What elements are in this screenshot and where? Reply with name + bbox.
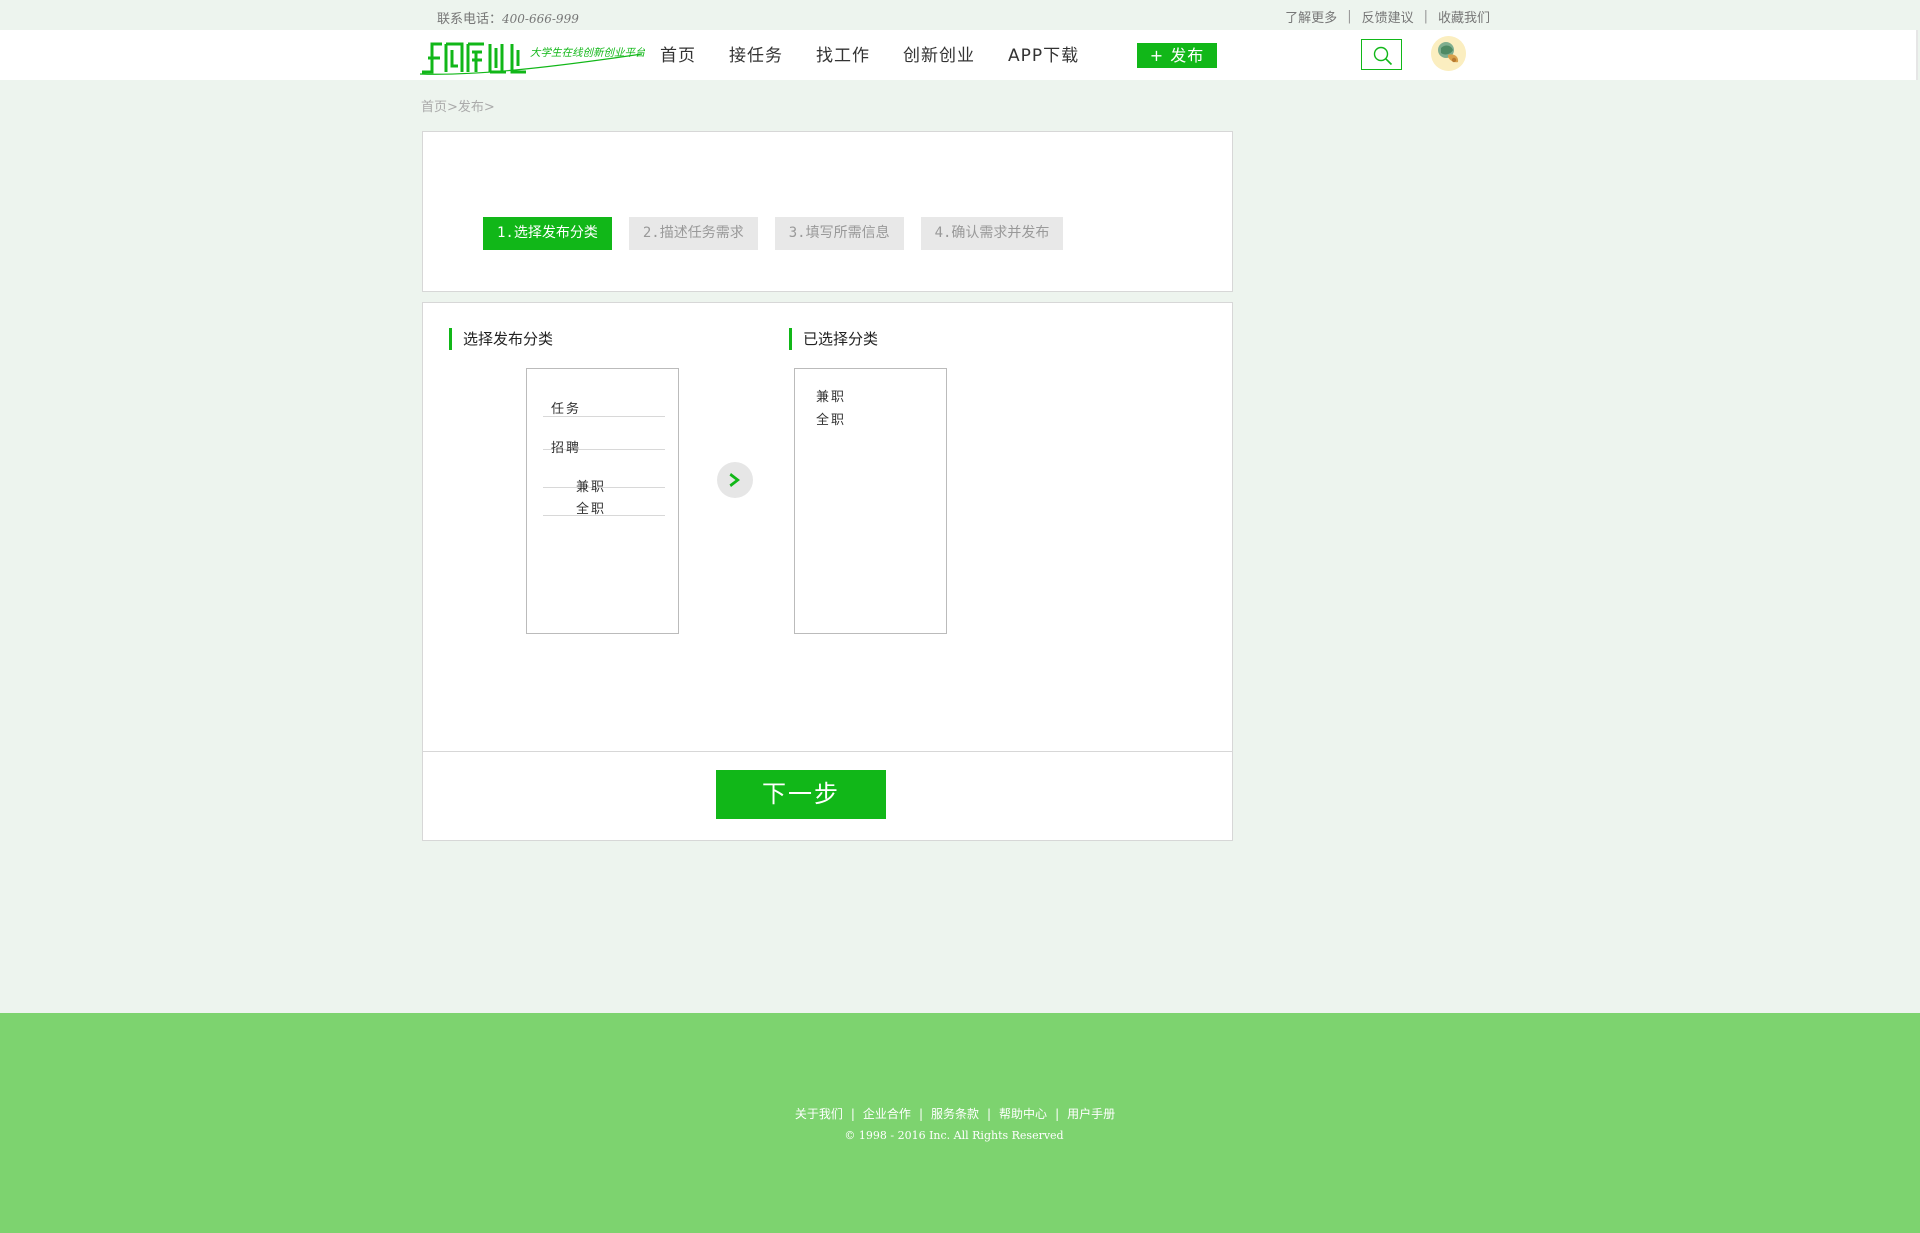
footer-link-cooperation[interactable]: 企业合作 (863, 1107, 911, 1121)
top-bar: 联系电话：400-666-999 了解更多 | 反馈建议 | 收藏我们 (0, 0, 1920, 30)
contact-phone: 联系电话：400-666-999 (437, 8, 579, 27)
search-button[interactable] (1361, 39, 1402, 70)
nav-home[interactable]: 首页 (660, 30, 696, 80)
feedback-link[interactable]: 反馈建议 (1362, 7, 1414, 26)
category-item-recruit[interactable]: 招聘 (543, 437, 665, 456)
category-item-task[interactable]: 任务 (543, 398, 665, 417)
separator: | (1423, 9, 1428, 24)
phone-label: 联系电话： (437, 12, 503, 27)
separator: | (1347, 9, 1352, 24)
subcategory-item-parttime[interactable]: 兼职 (543, 476, 665, 495)
footer-link-terms[interactable]: 服务条款 (931, 1107, 979, 1121)
avatar-icon (1431, 36, 1466, 71)
footer-link-about[interactable]: 关于我们 (795, 1107, 843, 1121)
steps-panel: 1.选择发布分类 2.描述任务需求 3.填写所需信息 4.确认需求并发布 (422, 131, 1233, 292)
subcategory-item-fulltime[interactable]: 全职 (543, 498, 665, 517)
main-nav: 首页 接任务 找工作 创新创业 APP下载 (660, 30, 1112, 80)
nav-jobs[interactable]: 找工作 (816, 30, 870, 80)
site-footer: 关于我们 | 企业合作 | 服务条款 | 帮助中心 | 用户手册 © 1998 - 2016 I… (0, 1013, 1920, 1233)
search-icon (1373, 46, 1393, 66)
bookmark-link[interactable]: 收藏我们 (1438, 7, 1490, 26)
selected-category-title: 已选择分类 (789, 328, 878, 350)
chevron-right-icon (729, 473, 740, 487)
learn-more-link[interactable]: 了解更多 (1285, 7, 1337, 26)
site-header: 大学生在线创新创业平台 首页 接任务 找工作 创新创业 APP下载 + 发布 (0, 30, 1918, 80)
user-avatar[interactable] (1431, 36, 1466, 71)
step-confirm-publish: 4.确认需求并发布 (920, 217, 1064, 250)
logo-graphic: 大学生在线创新创业平台 (419, 42, 646, 75)
svg-text:大学生在线创新创业平台: 大学生在线创新创业平台 (530, 47, 645, 59)
next-step-button[interactable]: 下一步 (716, 770, 886, 819)
site-logo[interactable]: 大学生在线创新创业平台 (419, 36, 646, 78)
copyright: © 1998 - 2016 Inc. All Rights Reserved (844, 1129, 1064, 1142)
step-describe-task: 2.描述任务需求 (628, 217, 758, 250)
top-links: 了解更多 | 反馈建议 | 收藏我们 (1285, 7, 1490, 26)
breadcrumb[interactable]: 首页>发布> (421, 96, 495, 115)
step-indicator: 1.选择发布分类 2.描述任务需求 3.填写所需信息 4.确认需求并发布 (483, 217, 1080, 250)
separator: | (987, 1107, 992, 1121)
nav-tasks[interactable]: 接任务 (729, 30, 783, 80)
category-list: 任务 招聘 兼职 全职 (526, 368, 679, 634)
separator: | (1055, 1107, 1060, 1121)
selected-item-parttime[interactable]: 兼职 (816, 386, 846, 405)
step-select-category: 1.选择发布分类 (483, 217, 612, 250)
category-panel: 选择发布分类 已选择分类 任务 招聘 兼职 全职 兼职 全职 下一步 (422, 302, 1233, 841)
selected-item-fulltime[interactable]: 全职 (816, 409, 846, 428)
add-category-button[interactable] (717, 462, 753, 498)
footer-links: 关于我们 | 企业合作 | 服务条款 | 帮助中心 | 用户手册 (0, 1105, 1910, 1122)
nav-app-download[interactable]: APP下载 (1008, 30, 1079, 80)
separator: | (850, 1107, 855, 1121)
phone-number: 400-666-999 (502, 12, 579, 26)
step-fill-info: 3.填写所需信息 (774, 217, 904, 250)
publish-button[interactable]: + 发布 (1137, 43, 1217, 68)
footer-link-help[interactable]: 帮助中心 (999, 1107, 1047, 1121)
footer-link-manual[interactable]: 用户手册 (1067, 1107, 1115, 1121)
separator: | (918, 1107, 923, 1121)
choose-category-title: 选择发布分类 (449, 328, 553, 350)
panel-divider (423, 751, 1232, 752)
selected-category-list: 兼职 全职 (794, 368, 947, 634)
nav-startup[interactable]: 创新创业 (903, 30, 975, 80)
